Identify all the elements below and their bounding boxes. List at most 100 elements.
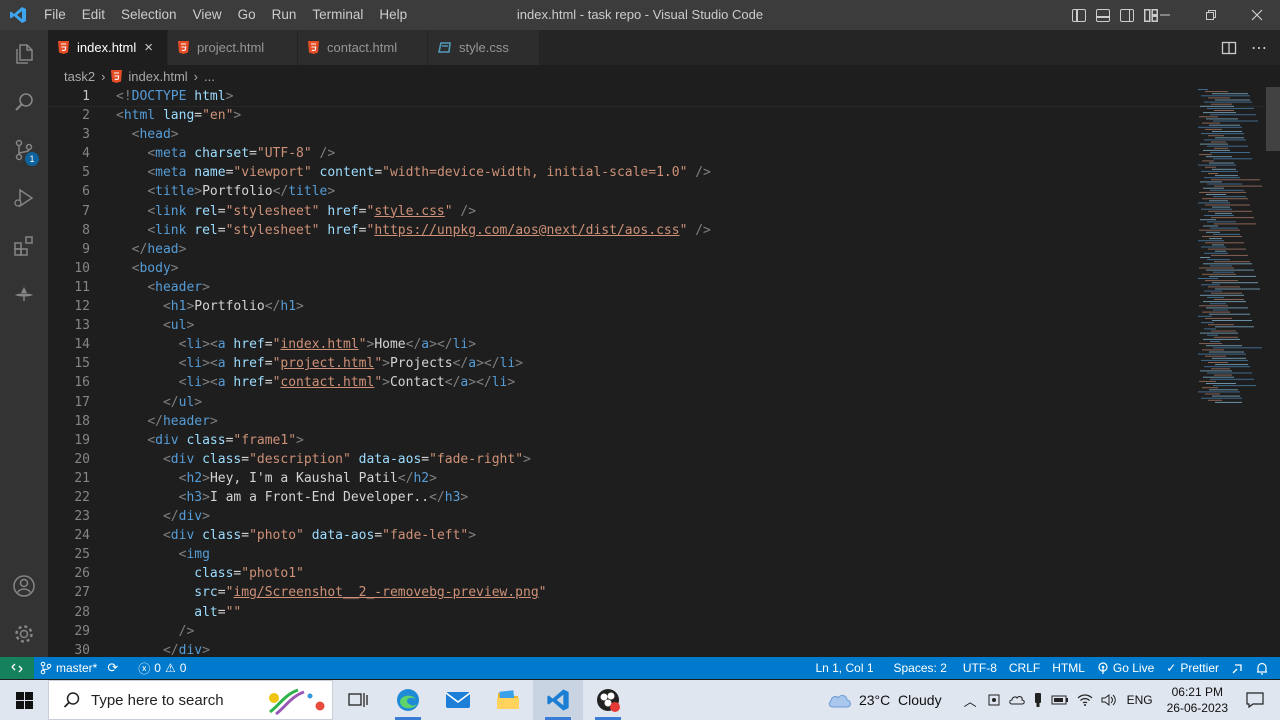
menu-go[interactable]: Go — [230, 0, 264, 30]
vscode-taskbar-icon[interactable] — [533, 680, 583, 720]
more-actions-icon[interactable]: ⋯ — [1251, 38, 1268, 58]
menu-terminal[interactable]: Terminal — [304, 0, 371, 30]
menu-file[interactable]: File — [36, 0, 74, 30]
mail-icon[interactable] — [433, 680, 483, 720]
breadcrumb-file[interactable]: index.html — [128, 69, 187, 84]
line-number: 10 — [74, 260, 90, 276]
feedback-icon[interactable] — [1225, 662, 1250, 675]
notification-center-icon[interactable] — [1246, 692, 1264, 708]
code-text: <!DOCTYPE html> — [116, 89, 234, 104]
tab-style-css[interactable]: style.css — [428, 30, 540, 65]
toggle-secondary-sidebar-icon[interactable] — [1120, 8, 1134, 22]
tab-contact-html[interactable]: contact.html — [298, 30, 428, 65]
html-file-icon — [308, 41, 319, 54]
clock-time: 06:21 PM — [1171, 685, 1223, 699]
code-text: <li><a href="project.html">Projects</a><… — [178, 356, 524, 372]
problems-indicator[interactable]: ⓧ 0 ⚠ 0 — [132, 660, 192, 677]
breadcrumb-more[interactable]: ... — [204, 69, 215, 84]
encoding[interactable]: UTF-8 — [957, 661, 1003, 675]
weather-text[interactable]: 23°C Cloudy — [859, 692, 942, 708]
source-control-icon[interactable]: 1 — [0, 126, 48, 174]
broadcast-icon — [1098, 662, 1108, 674]
windows-start-button[interactable] — [0, 680, 48, 720]
status-bar: master* ⟳ ⓧ 0 ⚠ 0 Ln 1, Col 1 Spaces: 2 … — [0, 657, 1280, 679]
manage-gear-icon[interactable] — [0, 610, 48, 658]
menu-selection[interactable]: Selection — [113, 0, 185, 30]
accounts-icon[interactable] — [0, 562, 48, 610]
language-mode[interactable]: HTML — [1046, 661, 1091, 675]
taskbar-search-box[interactable]: Type here to search — [48, 680, 333, 720]
line-number: 26 — [74, 566, 90, 582]
code-line: 13 <ul> — [48, 316, 1280, 335]
language-indicator[interactable]: ENG — [1127, 693, 1153, 707]
code-text: </header> — [147, 413, 218, 429]
explorer-icon[interactable] — [0, 30, 48, 78]
cloud-weather-icon — [828, 695, 851, 708]
cursor-position[interactable]: Ln 1, Col 1 — [809, 661, 879, 675]
restore-button[interactable] — [1188, 0, 1234, 30]
clock[interactable]: 06:21 PM 26-06-2023 — [1167, 684, 1228, 716]
branch-indicator[interactable]: master* ⟳ — [34, 660, 124, 676]
remote-indicator-icon[interactable] — [0, 657, 34, 679]
line-number: 23 — [74, 509, 90, 525]
search-icon[interactable] — [0, 78, 48, 126]
file-explorer-icon[interactable] — [483, 680, 533, 720]
code-text: <div class="frame1"> — [147, 432, 304, 448]
code-text: </head> — [131, 241, 187, 257]
menu-run[interactable]: Run — [264, 0, 305, 30]
line-number: 20 — [74, 451, 90, 467]
minimap[interactable] — [1194, 87, 1266, 407]
tab-index-html[interactable]: index.html × — [48, 30, 168, 65]
obs-recorder-icon[interactable] — [583, 680, 633, 720]
task-view-icon[interactable] — [333, 680, 383, 720]
code-text: <link rel="stylesheet" href="style.css" … — [147, 203, 477, 219]
line-number: 6 — [82, 184, 90, 200]
go-live-button[interactable]: Go Live — [1091, 661, 1160, 675]
toggle-primary-sidebar-icon[interactable] — [1072, 8, 1086, 22]
wifi-icon[interactable] — [1077, 693, 1093, 707]
split-editor-icon[interactable] — [1221, 40, 1237, 56]
notifications-bell-icon[interactable] — [1250, 662, 1274, 675]
menu-view[interactable]: View — [185, 0, 230, 30]
line-endings[interactable]: CRLF — [1003, 661, 1046, 675]
breadcrumb-folder[interactable]: task2 — [64, 69, 95, 84]
close-window-button[interactable] — [1234, 0, 1280, 30]
indentation[interactable]: Spaces: 2 — [888, 661, 953, 675]
usb-device-icon[interactable] — [1033, 692, 1043, 708]
code-text: <header> — [147, 279, 210, 295]
git-branch-icon — [40, 661, 52, 675]
toggle-panel-icon[interactable] — [1096, 8, 1110, 22]
sync-icon[interactable]: ⟳ — [107, 660, 118, 676]
code-editor[interactable]: 1 <!DOCTYPE html> 2 <html lang="en"> 3 <head… — [48, 87, 1280, 657]
menu-bar: File Edit Selection View Go Run Terminal Help — [36, 0, 415, 30]
meet-now-icon[interactable] — [987, 693, 1001, 707]
tab-label: index.html — [77, 40, 137, 55]
prettier-button[interactable]: ✓ Prettier — [1160, 661, 1225, 675]
minimize-button[interactable] — [1142, 0, 1188, 30]
html-file-icon — [178, 41, 189, 54]
search-placeholder: Type here to search — [91, 691, 224, 709]
onedrive-icon[interactable] — [1008, 694, 1025, 706]
prettier-label: Prettier — [1180, 661, 1219, 675]
line-number: 1 — [82, 89, 90, 104]
tab-project-html[interactable]: project.html — [168, 30, 298, 65]
editor-scrollbar[interactable] — [1266, 87, 1280, 151]
code-text: <html lang="en"> — [116, 108, 242, 124]
menu-edit[interactable]: Edit — [74, 0, 113, 30]
line-number: 27 — [74, 585, 90, 601]
code-line: 4 <meta charset="UTF-8" /> — [48, 144, 1280, 163]
chevron-right-icon: › — [101, 68, 106, 84]
extensions-icon[interactable] — [0, 222, 48, 270]
menu-help[interactable]: Help — [371, 0, 415, 30]
speaker-icon[interactable] — [1101, 693, 1117, 707]
close-icon[interactable]: × — [144, 39, 153, 56]
code-text: <img — [178, 547, 210, 563]
editor-tabs: index.html × project.html contact.html style… — [48, 30, 1280, 65]
remote-explorer-icon[interactable] — [0, 270, 48, 318]
line-number: 4 — [82, 146, 90, 162]
battery-icon[interactable] — [1051, 694, 1069, 706]
run-debug-icon[interactable] — [0, 174, 48, 222]
edge-browser-icon[interactable] — [383, 680, 433, 720]
chevron-up-icon[interactable]: ︿ — [964, 691, 977, 710]
code-line: 17 </ul> — [48, 393, 1280, 412]
